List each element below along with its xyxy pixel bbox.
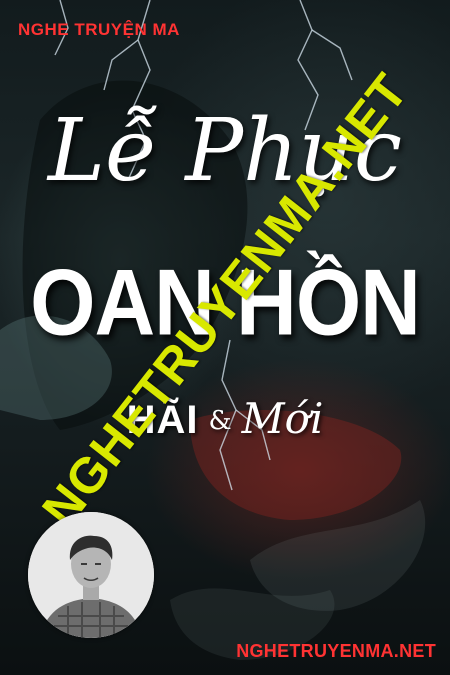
author-names: HÃI & Mới bbox=[0, 398, 450, 441]
narrator-portrait bbox=[28, 512, 154, 638]
site-label-bottom: NGHETRUYENMA.NET bbox=[236, 641, 436, 661]
lightning-bolt bbox=[311, 29, 353, 81]
narrator-avatar bbox=[28, 512, 154, 638]
book-cover: NGHE TRUYỆN MA Lễ Phục OAN HỒN HÃI & Mới N… bbox=[0, 0, 450, 675]
author-separator: & bbox=[208, 406, 232, 436]
site-label-top: NGHE TRUYỆN MA bbox=[18, 20, 180, 39]
author-second: Mới bbox=[241, 394, 324, 443]
